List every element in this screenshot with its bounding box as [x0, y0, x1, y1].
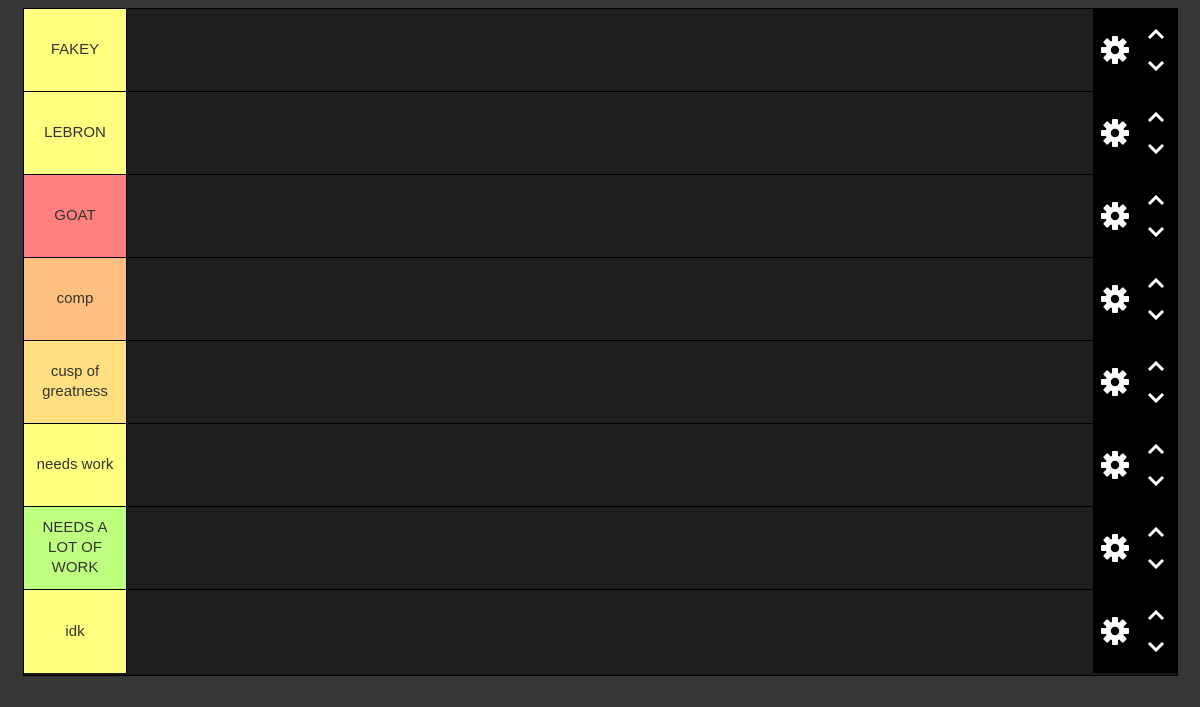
tier-row: GOAT: [24, 175, 1177, 258]
tier-drop-zone[interactable]: [127, 424, 1094, 506]
tier-row: LEBRON: [24, 92, 1177, 175]
tier-controls: [1094, 258, 1177, 340]
chevron-up-icon[interactable]: [1145, 272, 1167, 294]
tier-row: comp: [24, 258, 1177, 341]
tier-row: idk: [24, 590, 1177, 673]
tier-row: FAKEY: [24, 9, 1177, 92]
chevron-up-icon[interactable]: [1145, 189, 1167, 211]
chevron-down-icon[interactable]: [1145, 138, 1167, 160]
tier-controls: [1094, 9, 1177, 91]
tier-row: cusp of greatness: [24, 341, 1177, 424]
chevron-down-icon[interactable]: [1145, 470, 1167, 492]
chevron-up-icon[interactable]: [1145, 521, 1167, 543]
chevron-down-icon[interactable]: [1145, 387, 1167, 409]
tier-label[interactable]: needs work: [24, 424, 127, 506]
gear-icon[interactable]: [1099, 532, 1131, 564]
tier-drop-zone[interactable]: [127, 507, 1094, 589]
tier-label[interactable]: idk: [24, 590, 127, 673]
tier-drop-zone[interactable]: [127, 92, 1094, 174]
gear-icon[interactable]: [1099, 449, 1131, 481]
tier-drop-zone[interactable]: [127, 258, 1094, 340]
tier-row: needs work: [24, 424, 1177, 507]
tier-controls: [1094, 590, 1177, 673]
gear-icon[interactable]: [1099, 200, 1131, 232]
chevron-down-icon[interactable]: [1145, 304, 1167, 326]
chevron-up-icon[interactable]: [1145, 438, 1167, 460]
tier-label[interactable]: NEEDS A LOT OF WORK: [24, 507, 127, 589]
tier-label[interactable]: GOAT: [24, 175, 127, 257]
chevron-up-icon[interactable]: [1145, 355, 1167, 377]
chevron-up-icon[interactable]: [1145, 106, 1167, 128]
tier-list: FAKEY LEBRON GOAT comp cusp of greatness…: [23, 8, 1178, 676]
tier-drop-zone[interactable]: [127, 590, 1094, 673]
tier-row: NEEDS A LOT OF WORK: [24, 507, 1177, 590]
tier-label[interactable]: cusp of greatness: [24, 341, 127, 423]
tier-controls: [1094, 341, 1177, 423]
tier-controls: [1094, 507, 1177, 589]
chevron-down-icon[interactable]: [1145, 55, 1167, 77]
tier-controls: [1094, 92, 1177, 174]
tier-label[interactable]: LEBRON: [24, 92, 127, 174]
chevron-down-icon[interactable]: [1145, 636, 1167, 658]
tier-drop-zone[interactable]: [127, 9, 1094, 91]
gear-icon[interactable]: [1099, 366, 1131, 398]
tier-drop-zone[interactable]: [127, 175, 1094, 257]
tier-controls: [1094, 175, 1177, 257]
chevron-up-icon[interactable]: [1145, 604, 1167, 626]
tier-label[interactable]: FAKEY: [24, 9, 127, 91]
tier-label[interactable]: comp: [24, 258, 127, 340]
tier-controls: [1094, 424, 1177, 506]
gear-icon[interactable]: [1099, 117, 1131, 149]
tier-drop-zone[interactable]: [127, 341, 1094, 423]
gear-icon[interactable]: [1099, 34, 1131, 66]
gear-icon[interactable]: [1099, 615, 1131, 647]
chevron-up-icon[interactable]: [1145, 23, 1167, 45]
gear-icon[interactable]: [1099, 283, 1131, 315]
chevron-down-icon[interactable]: [1145, 553, 1167, 575]
chevron-down-icon[interactable]: [1145, 221, 1167, 243]
